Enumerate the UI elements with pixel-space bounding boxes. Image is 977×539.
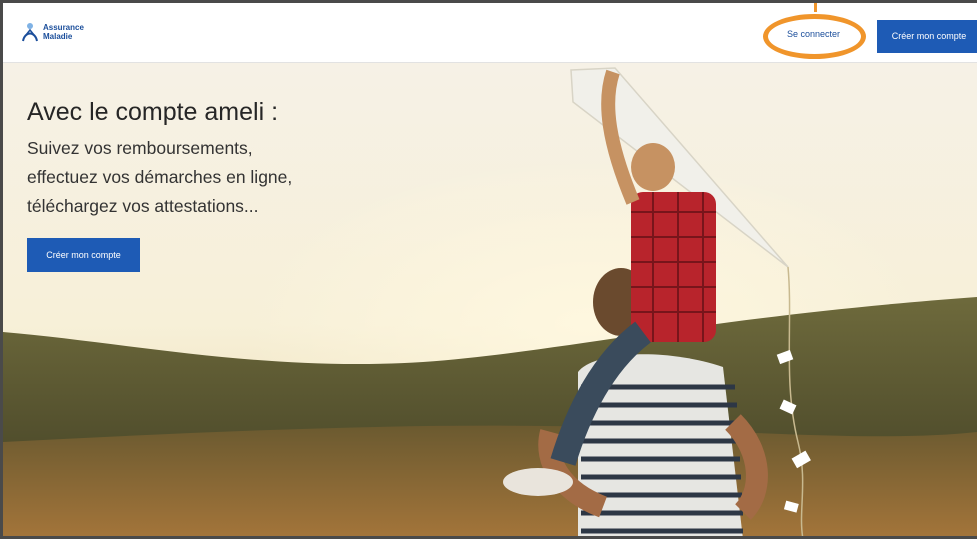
hero-subtitle-line: effectuez vos démarches en ligne, [27, 167, 293, 187]
browser-frame: Assurance Maladie Se connecter Créer mon… [0, 0, 977, 539]
highlight-arrow [814, 3, 817, 12]
hero-subtitle-line: téléchargez vos attestations... [27, 196, 259, 216]
hero-subtitle: Suivez vos remboursements, effectuez vos… [27, 134, 292, 221]
hero-title: Avec le compte ameli : [27, 98, 279, 126]
assurance-maladie-logo[interactable]: Assurance Maladie [20, 17, 84, 47]
hero-subtitle-line: Suivez vos remboursements, [27, 138, 253, 158]
logo-icon [22, 23, 38, 42]
logo-line-2: Maladie [43, 32, 73, 41]
site-header: Assurance Maladie Se connecter Créer mon… [3, 3, 977, 63]
create-account-button-header[interactable]: Créer mon compte [877, 20, 977, 53]
logo-line-1: Assurance [43, 23, 84, 32]
login-link[interactable]: Se connecter [787, 29, 840, 39]
create-account-button-hero[interactable]: Créer mon compte [27, 238, 140, 272]
logo-text: Assurance Maladie [43, 23, 84, 41]
hero-banner: Avec le compte ameli : Suivez vos rembou… [3, 62, 977, 536]
